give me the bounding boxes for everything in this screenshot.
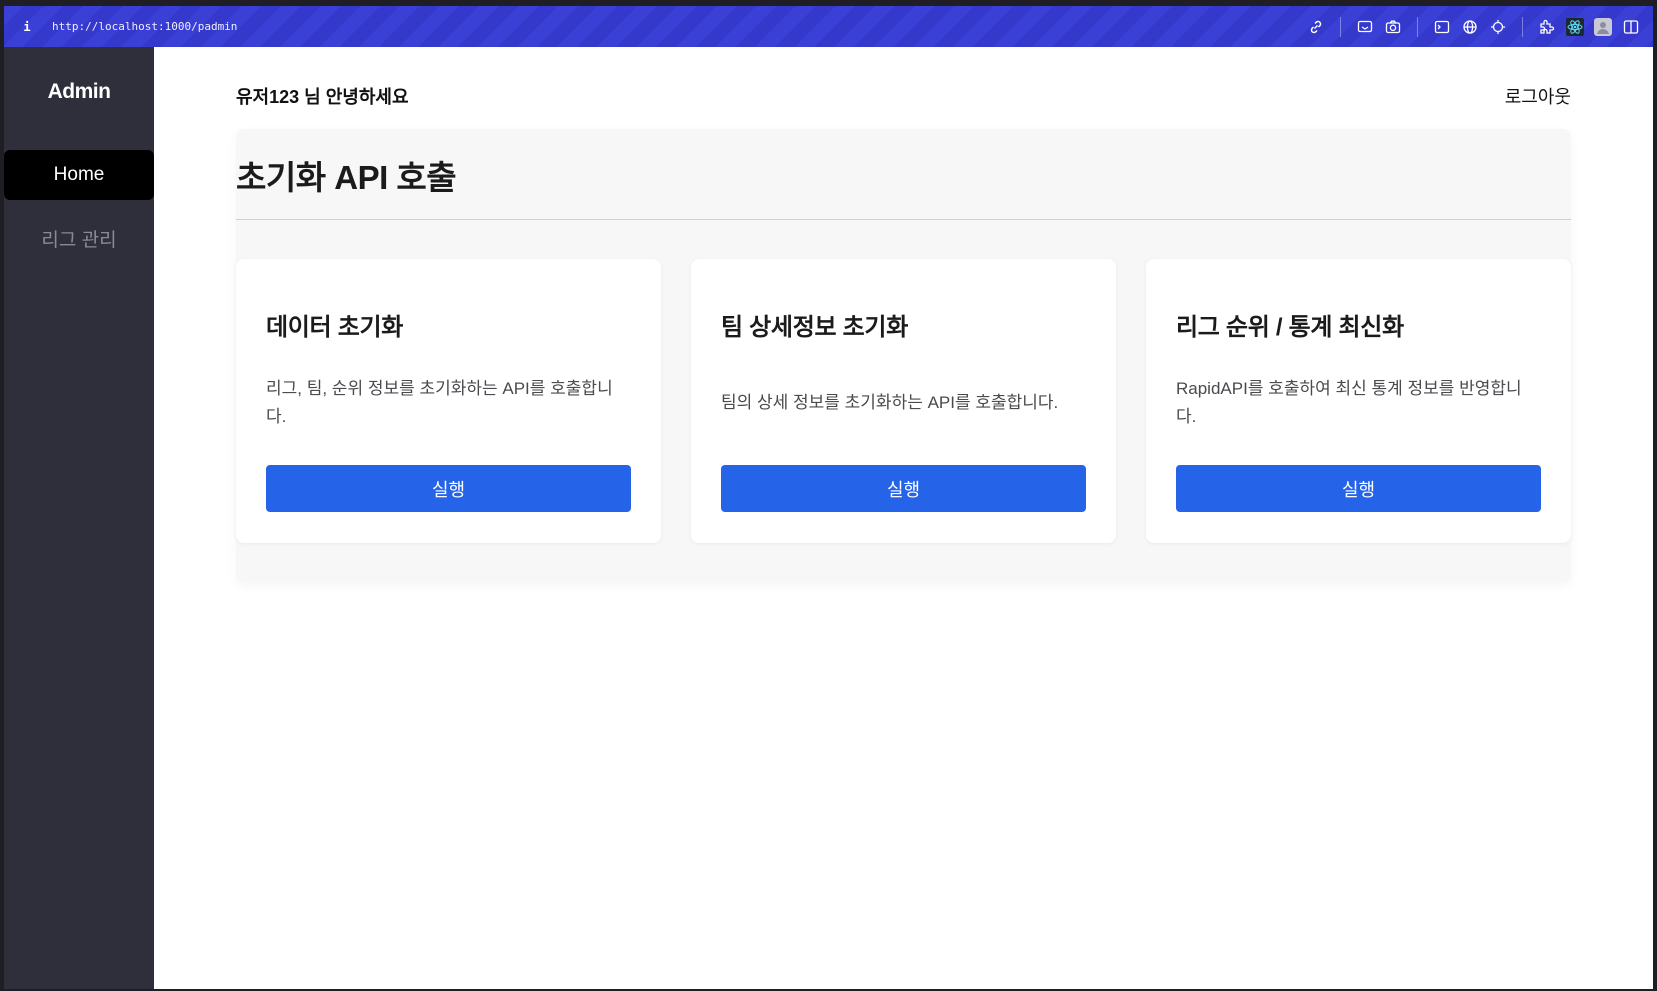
sidebar: Admin Home 리그 관리 — [4, 47, 154, 989]
brand-logo: Admin — [47, 80, 111, 103]
camera-icon[interactable] — [1383, 17, 1403, 37]
link-icon[interactable] — [1306, 17, 1326, 37]
card-team-detail-init: 팀 상세정보 초기화 팀의 상세 정보를 초기화하는 API를 호출합니다. 실… — [691, 259, 1116, 543]
init-api-panel: 초기화 API 호출 데이터 초기화 리그, 팀, 순위 정보를 초기화하는 A… — [236, 129, 1571, 582]
browser-toolbar: i http://localhost:1000/padmin — [4, 6, 1653, 47]
profile-icon[interactable] — [1593, 17, 1613, 37]
cast-icon[interactable] — [1355, 17, 1375, 37]
toolbar-divider — [1417, 16, 1418, 37]
devtools-toolbar — [1302, 6, 1645, 47]
browser-window: i http://localhost:1000/padmin Admin Hom… — [4, 6, 1653, 989]
terminal-icon[interactable] — [1432, 17, 1452, 37]
sidebar-item-home[interactable]: Home — [4, 150, 154, 200]
split-view-icon[interactable] — [1621, 17, 1641, 37]
info-icon[interactable]: i — [18, 20, 36, 34]
card-description: 팀의 상세 정보를 초기화하는 API를 호출합니다. — [721, 393, 1059, 412]
logout-button[interactable]: 로그아웃 — [1505, 83, 1571, 109]
card-description: 리그, 팀, 순위 정보를 초기화하는 API를 호출합니다. — [266, 379, 613, 426]
run-team-detail-init-button[interactable]: 실행 — [721, 465, 1086, 512]
address-bar[interactable]: http://localhost:1000/padmin — [52, 20, 237, 33]
toolbar-divider — [1522, 16, 1523, 37]
run-league-standings-refresh-button[interactable]: 실행 — [1176, 465, 1541, 512]
extensions-icon[interactable] — [1537, 17, 1557, 37]
card-title: 팀 상세정보 초기화 — [721, 314, 908, 341]
globe-icon[interactable] — [1460, 17, 1480, 37]
react-icon[interactable] — [1565, 17, 1585, 37]
card-data-init: 데이터 초기화 리그, 팀, 순위 정보를 초기화하는 API를 호출합니다. … — [236, 259, 661, 543]
page-title: 초기화 API 호출 — [236, 159, 457, 196]
crosshair-icon[interactable] — [1488, 17, 1508, 37]
toolbar-divider — [1340, 16, 1341, 37]
card-league-standings-refresh: 리그 순위 / 통계 최신화 RapidAPI를 호출하여 최신 통계 정보를 … — [1146, 259, 1571, 543]
card-title: 리그 순위 / 통계 최신화 — [1176, 314, 1404, 341]
run-data-init-button[interactable]: 실행 — [266, 465, 631, 512]
user-greeting: 유저123 님 안녕하세요 — [236, 87, 409, 107]
sidebar-item-league-management[interactable]: 리그 관리 — [4, 213, 154, 263]
main-content: 유저123 님 안녕하세요 로그아웃 초기화 API 호출 데이터 초기화 리그… — [154, 47, 1653, 989]
title-divider — [236, 219, 1571, 220]
card-description: RapidAPI를 호출하여 최신 통계 정보를 반영합니다. — [1176, 379, 1522, 426]
card-title: 데이터 초기화 — [266, 314, 404, 341]
